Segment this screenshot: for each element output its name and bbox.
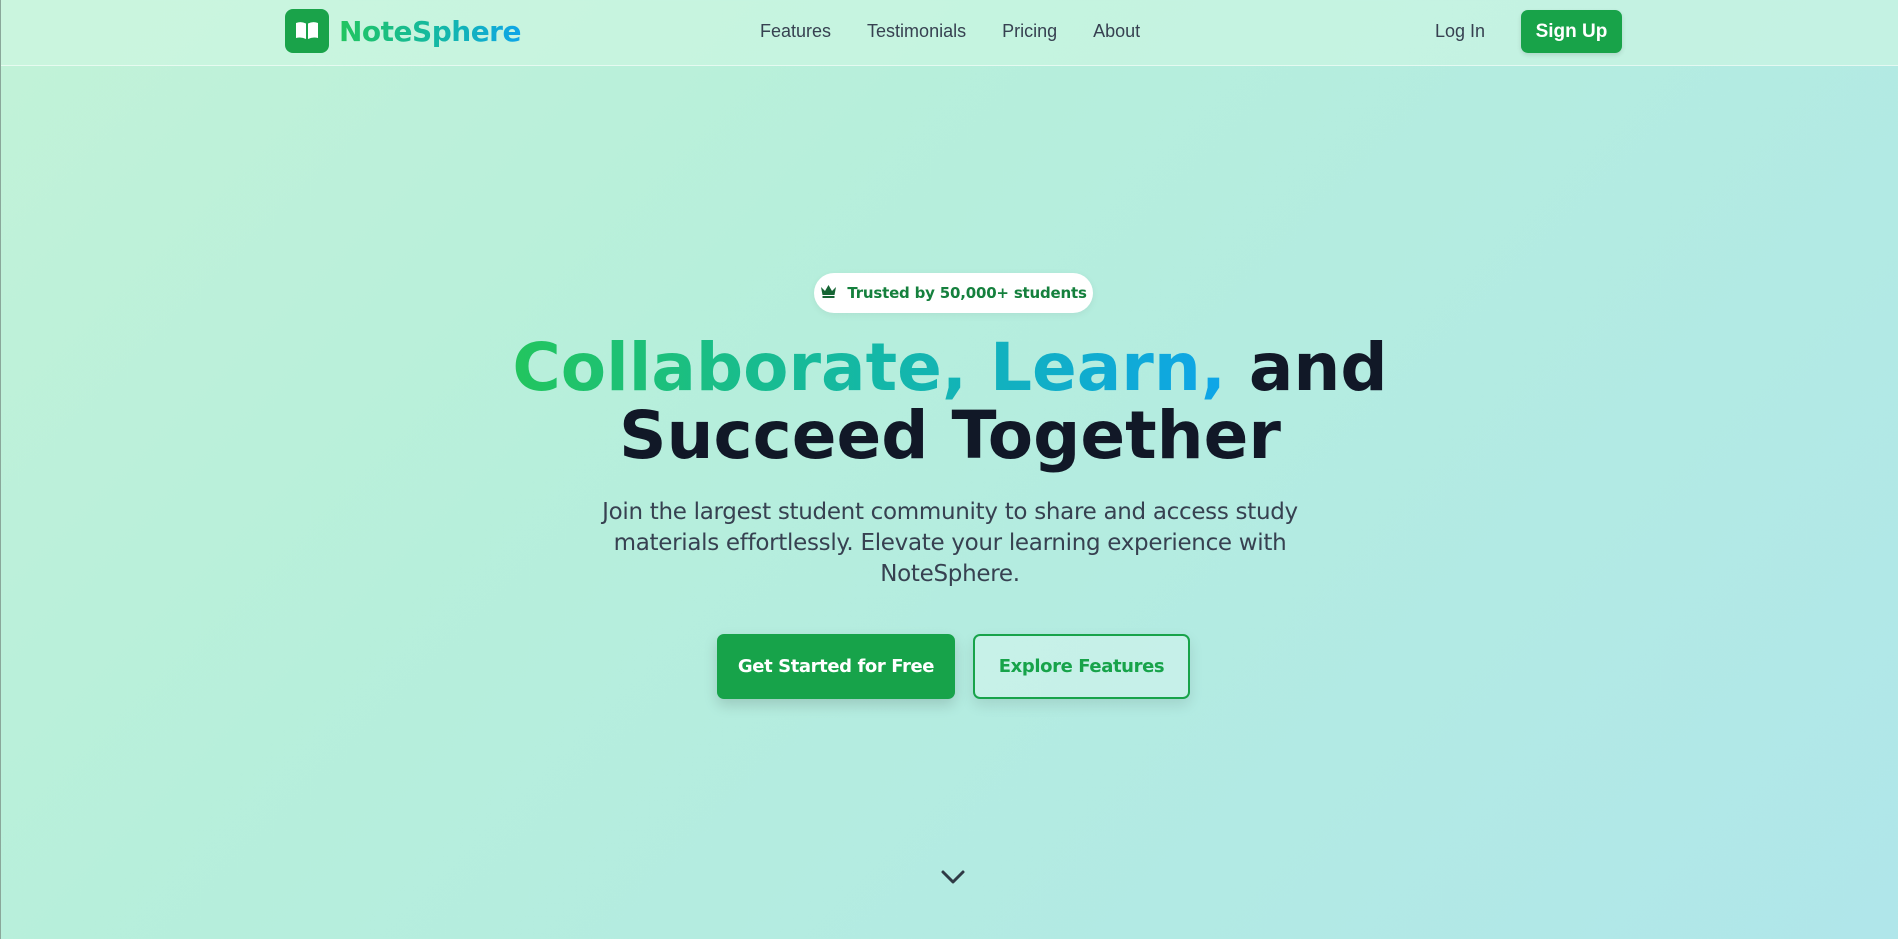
hero-headline: Collaborate, Learn, and Succeed Together (450, 334, 1450, 470)
trust-badge: Trusted by 50,000+ students (814, 273, 1093, 313)
chevron-down-icon[interactable] (938, 862, 968, 892)
headline-highlight: Collaborate, Learn, (512, 329, 1226, 406)
explore-features-button[interactable]: Explore Features (973, 634, 1190, 699)
open-book-icon (285, 9, 329, 53)
top-navbar: NoteSphere Features Testimonials Pricing… (1, 0, 1898, 66)
headline-rest: and (1225, 329, 1388, 406)
get-started-button[interactable]: Get Started for Free (717, 634, 955, 699)
hero-subtitle: Join the largest student community to sh… (602, 499, 1298, 587)
nav-link-about[interactable]: About (1093, 21, 1140, 42)
nav-link-features[interactable]: Features (760, 21, 831, 42)
headline-line2: Succeed Together (619, 397, 1281, 474)
nav-link-testimonials[interactable]: Testimonials (867, 21, 966, 42)
login-link[interactable]: Log In (1435, 21, 1485, 42)
crown-icon (820, 284, 837, 303)
main-nav: Features Testimonials Pricing About (760, 21, 1176, 42)
nav-link-pricing[interactable]: Pricing (1002, 21, 1057, 42)
trust-badge-text: Trusted by 50,000+ students (847, 284, 1087, 302)
signup-button[interactable]: Sign Up (1521, 10, 1622, 53)
brand-logo[interactable]: NoteSphere (285, 9, 521, 53)
brand-name: NoteSphere (339, 14, 521, 48)
